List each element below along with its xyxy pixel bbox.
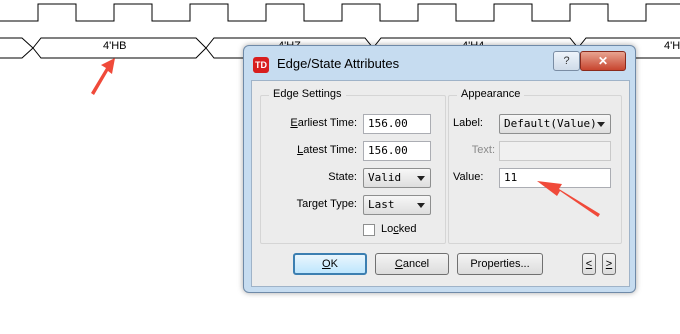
close-button[interactable]: ✕: [580, 51, 626, 71]
target-type-label: Target Type:: [296, 198, 357, 210]
label-select-value: Default(Value): [504, 117, 597, 130]
state-select-value: Valid: [368, 171, 402, 184]
dialog-client-area: Edge Settings Earliest Time: 156.00 Late…: [251, 80, 630, 287]
label-select[interactable]: Default(Value): [499, 114, 611, 134]
previous-button[interactable]: <: [582, 253, 596, 275]
label-field-label: Label:: [453, 117, 483, 129]
state-label: State:: [328, 171, 357, 183]
chevron-down-icon: [597, 122, 605, 127]
dialog-title: Edge/State Attributes: [277, 56, 400, 71]
chevron-down-icon: [417, 176, 425, 181]
appearance-group: Appearance Label: Default(Value) Text: V…: [448, 88, 622, 244]
bus-value-label: 4'HB: [103, 40, 127, 52]
state-select[interactable]: Valid: [363, 168, 431, 188]
locked-label: Locked: [381, 223, 417, 235]
edge-settings-group: Edge Settings Earliest Time: 156.00 Late…: [260, 88, 446, 244]
value-field-label: Value:: [453, 171, 484, 183]
edge-state-dialog: TD Edge/State Attributes ? ✕ Edge Settin…: [243, 45, 636, 293]
value-input[interactable]: 11: [499, 168, 611, 188]
next-button[interactable]: >: [602, 253, 616, 275]
locked-checkbox[interactable]: [363, 224, 375, 236]
latest-time-input[interactable]: 156.00: [363, 141, 431, 161]
appearance-title: Appearance: [457, 88, 525, 100]
cancel-button[interactable]: Cancel: [375, 253, 449, 275]
properties-button[interactable]: Properties...: [457, 253, 543, 275]
edge-settings-title: Edge Settings: [269, 88, 346, 100]
earliest-time-label: Earliest Time:: [290, 117, 357, 129]
clock-signal: [0, 3, 680, 22]
timing-designer-icon: TD: [253, 57, 269, 73]
bus-value-label: 4'H: [664, 40, 680, 52]
dialog-titlebar[interactable]: TD Edge/State Attributes ? ✕: [244, 46, 635, 80]
ok-button[interactable]: OK: [293, 253, 367, 275]
target-type-select-value: Last: [368, 198, 395, 211]
target-type-select[interactable]: Last: [363, 195, 431, 215]
text-input: [499, 141, 611, 161]
chevron-down-icon: [417, 203, 425, 208]
help-button[interactable]: ?: [553, 51, 580, 71]
earliest-time-input[interactable]: 156.00: [363, 114, 431, 134]
text-field-label: Text:: [471, 144, 495, 156]
latest-time-label: Latest Time:: [297, 144, 357, 156]
